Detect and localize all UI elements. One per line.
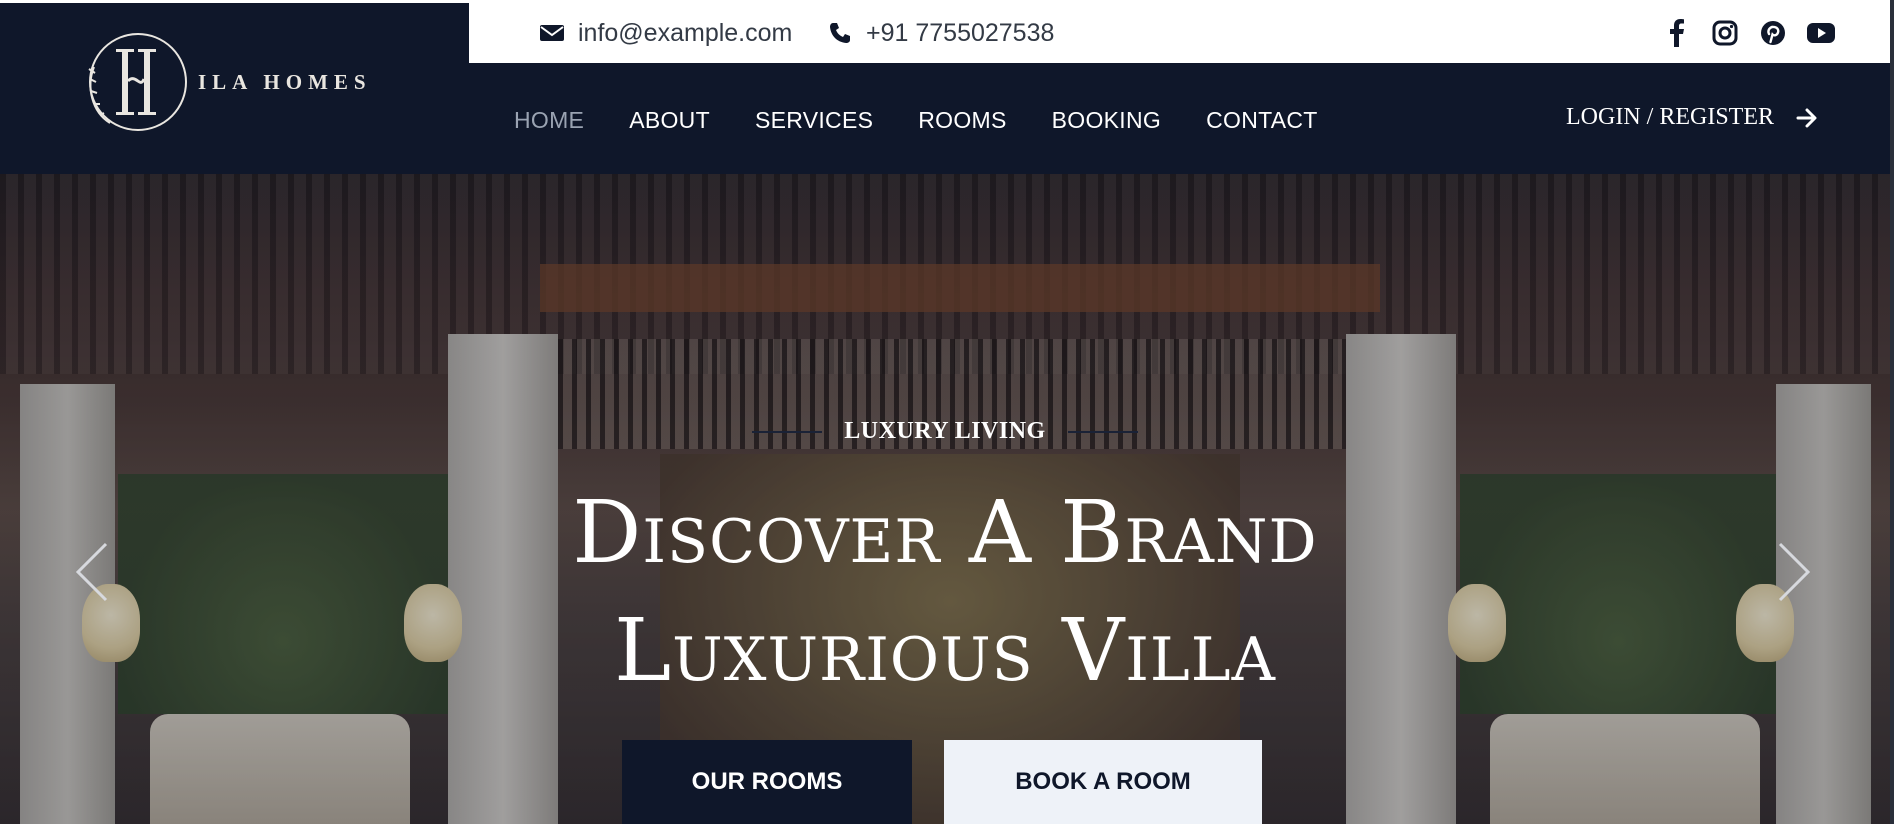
chevron-left-icon[interactable]: [72, 540, 112, 604]
site-header: ILA HOMES info@example.com +91 775502753…: [0, 3, 1890, 174]
contact-phone-text: +91 7755027538: [866, 18, 1055, 47]
eyebrow-divider: [1067, 430, 1138, 433]
nav-item-services[interactable]: SERVICES: [755, 107, 873, 139]
nav-item-contact[interactable]: CONTACT: [1206, 107, 1318, 139]
nav-item-about[interactable]: ABOUT: [629, 107, 710, 139]
social-links: [1662, 3, 1836, 63]
youtube-icon[interactable]: [1806, 18, 1836, 48]
eyebrow-divider: [752, 430, 823, 433]
logo-monogram: [88, 33, 187, 131]
nav-item-booking[interactable]: BOOKING: [1052, 107, 1161, 139]
brand-logo[interactable]: ILA HOMES: [80, 27, 372, 137]
nav-item-rooms[interactable]: ROOMS: [918, 107, 1006, 139]
our-rooms-button[interactable]: OUR ROOMS: [622, 740, 912, 824]
hero-title: Discover A Brand Luxurious Villa: [0, 474, 1890, 710]
hero-eyebrow-text: LUXURY LIVING: [844, 418, 1046, 444]
chevron-right-icon[interactable]: [1774, 540, 1814, 604]
hero-title-line-1: Discover A Brand: [572, 483, 1318, 583]
hero-content: LUXURY LIVING Discover A Brand Luxurious…: [0, 174, 1890, 824]
facebook-icon[interactable]: [1662, 18, 1692, 48]
main-nav: HOME ABOUT SERVICES ROOMS BOOKING CONTAC…: [514, 107, 1318, 139]
envelope-icon: [540, 25, 564, 41]
book-a-room-button[interactable]: BOOK A ROOM: [944, 740, 1262, 824]
brand-name: ILA HOMES: [198, 69, 372, 94]
instagram-icon[interactable]: [1710, 18, 1740, 48]
login-register-label: LOGIN / REGISTER: [1566, 104, 1774, 130]
hero-slider: LUXURY LIVING Discover A Brand Luxurious…: [0, 174, 1890, 824]
arrow-right-icon: [1796, 108, 1817, 127]
top-contact-bar: info@example.com +91 7755027538: [469, 3, 1890, 63]
hero-eyebrow: LUXURY LIVING: [0, 418, 1890, 445]
login-register-link[interactable]: LOGIN / REGISTER: [1566, 104, 1818, 131]
phone-icon: [830, 23, 850, 43]
page: ILA HOMES info@example.com +91 775502753…: [0, 0, 1894, 824]
page-scrollbar[interactable]: [1890, 0, 1894, 824]
nav-item-home[interactable]: HOME: [514, 107, 584, 139]
contact-email[interactable]: info@example.com: [540, 3, 792, 63]
contact-email-text: info@example.com: [578, 18, 793, 47]
hero-title-line-2: Luxurious Villa: [614, 601, 1276, 701]
contact-phone[interactable]: +91 7755027538: [828, 3, 1054, 63]
pinterest-icon[interactable]: [1758, 18, 1788, 48]
